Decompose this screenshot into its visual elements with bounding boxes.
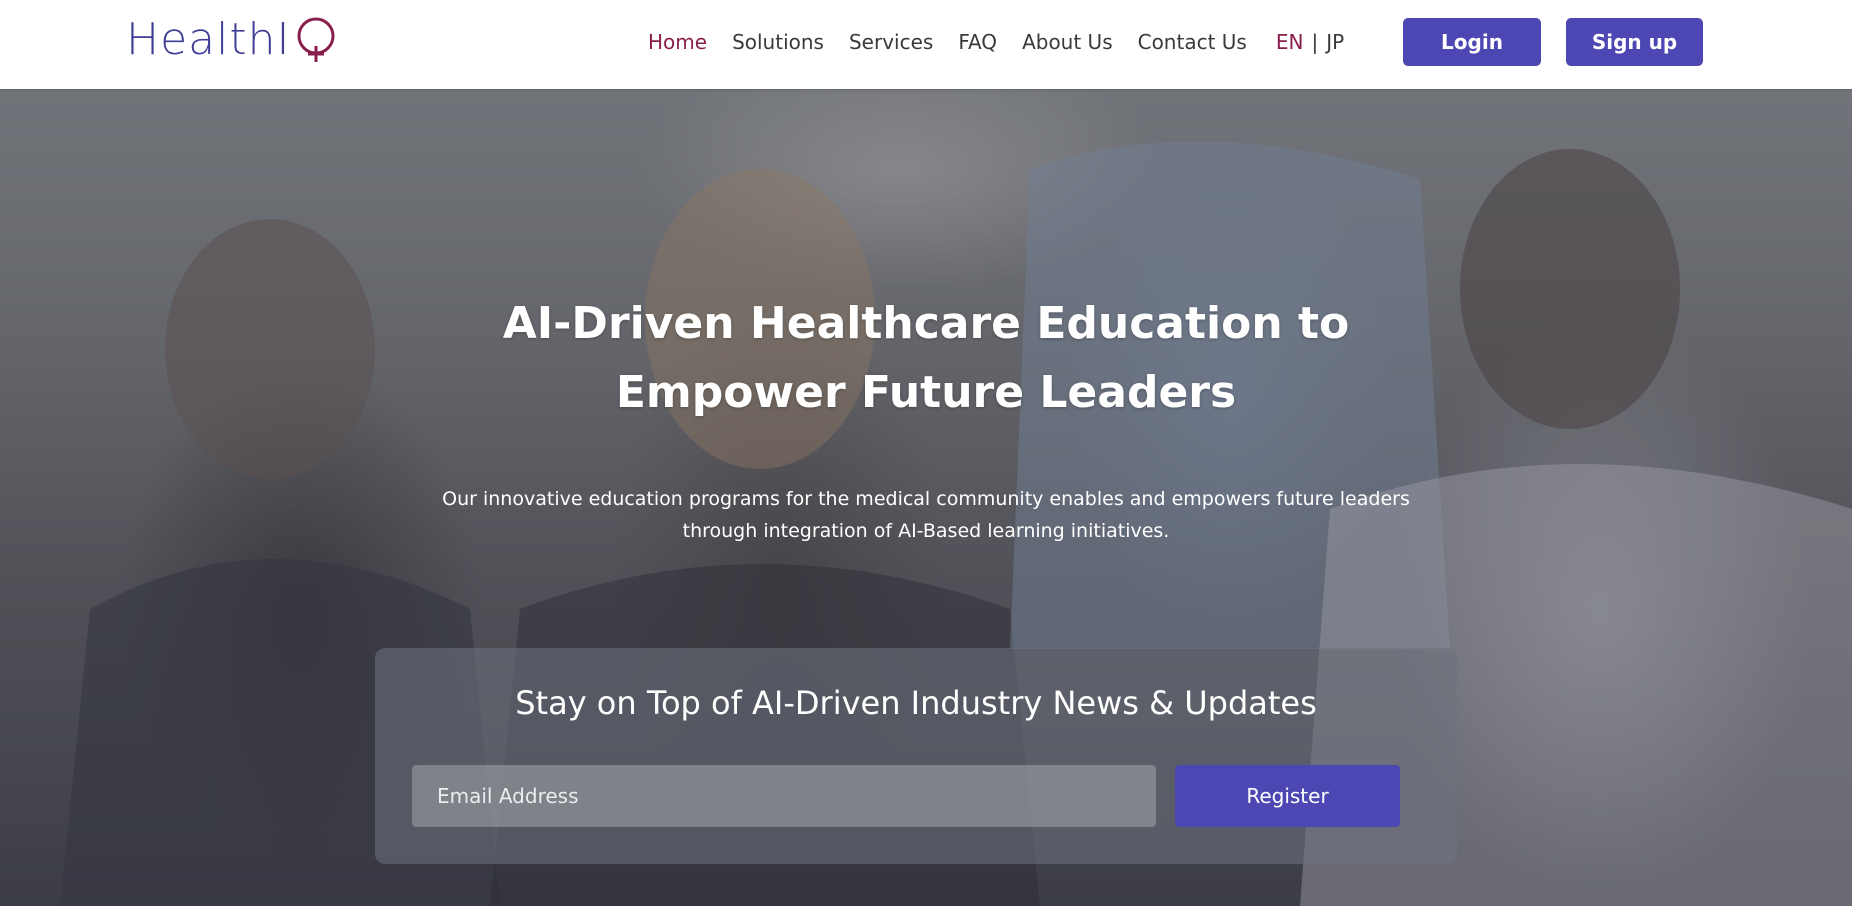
nav-services[interactable]: Services [849,30,933,54]
logo-text: HealthI [126,14,291,65]
register-button[interactable]: Register [1175,765,1400,827]
lang-en[interactable]: EN [1276,30,1304,54]
hero-section: AI-Driven Healthcare Education to Empowe… [0,89,1852,906]
nav-contact-us[interactable]: Contact Us [1138,30,1247,54]
nav-solutions[interactable]: Solutions [732,30,824,54]
hero-subtitle-line-2: through integration of AI-Based learning… [682,520,1170,542]
nav-home[interactable]: Home [648,30,707,54]
lang-jp[interactable]: JP [1326,30,1344,54]
hero-subtitle-line-1: Our innovative education programs for th… [442,488,1410,510]
newsletter-box: Stay on Top of AI-Driven Industry News &… [375,648,1457,864]
main-nav: Home Solutions Services FAQ About Us Con… [648,0,1344,84]
site-header: HealthI Home Solutions Services FAQ Abou… [0,0,1852,89]
logo-q-icon [294,16,338,64]
newsletter-title: Stay on Top of AI-Driven Industry News &… [515,684,1317,722]
healthiq-logo[interactable]: HealthI [126,16,338,64]
login-button[interactable]: Login [1403,18,1541,66]
hero-title-line-2: Empower Future Leaders [615,367,1237,418]
hero-subtitle: Our innovative education programs for th… [376,483,1476,547]
language-switcher: EN | JP [1276,30,1344,54]
nav-faq[interactable]: FAQ [958,30,997,54]
signup-button[interactable]: Sign up [1566,18,1703,66]
lang-separator: | [1311,30,1319,54]
hero-title: AI-Driven Healthcare Education to Empowe… [426,289,1426,427]
email-input[interactable] [412,765,1156,827]
nav-about-us[interactable]: About Us [1022,30,1113,54]
hero-title-line-1: AI-Driven Healthcare Education to [502,298,1350,349]
